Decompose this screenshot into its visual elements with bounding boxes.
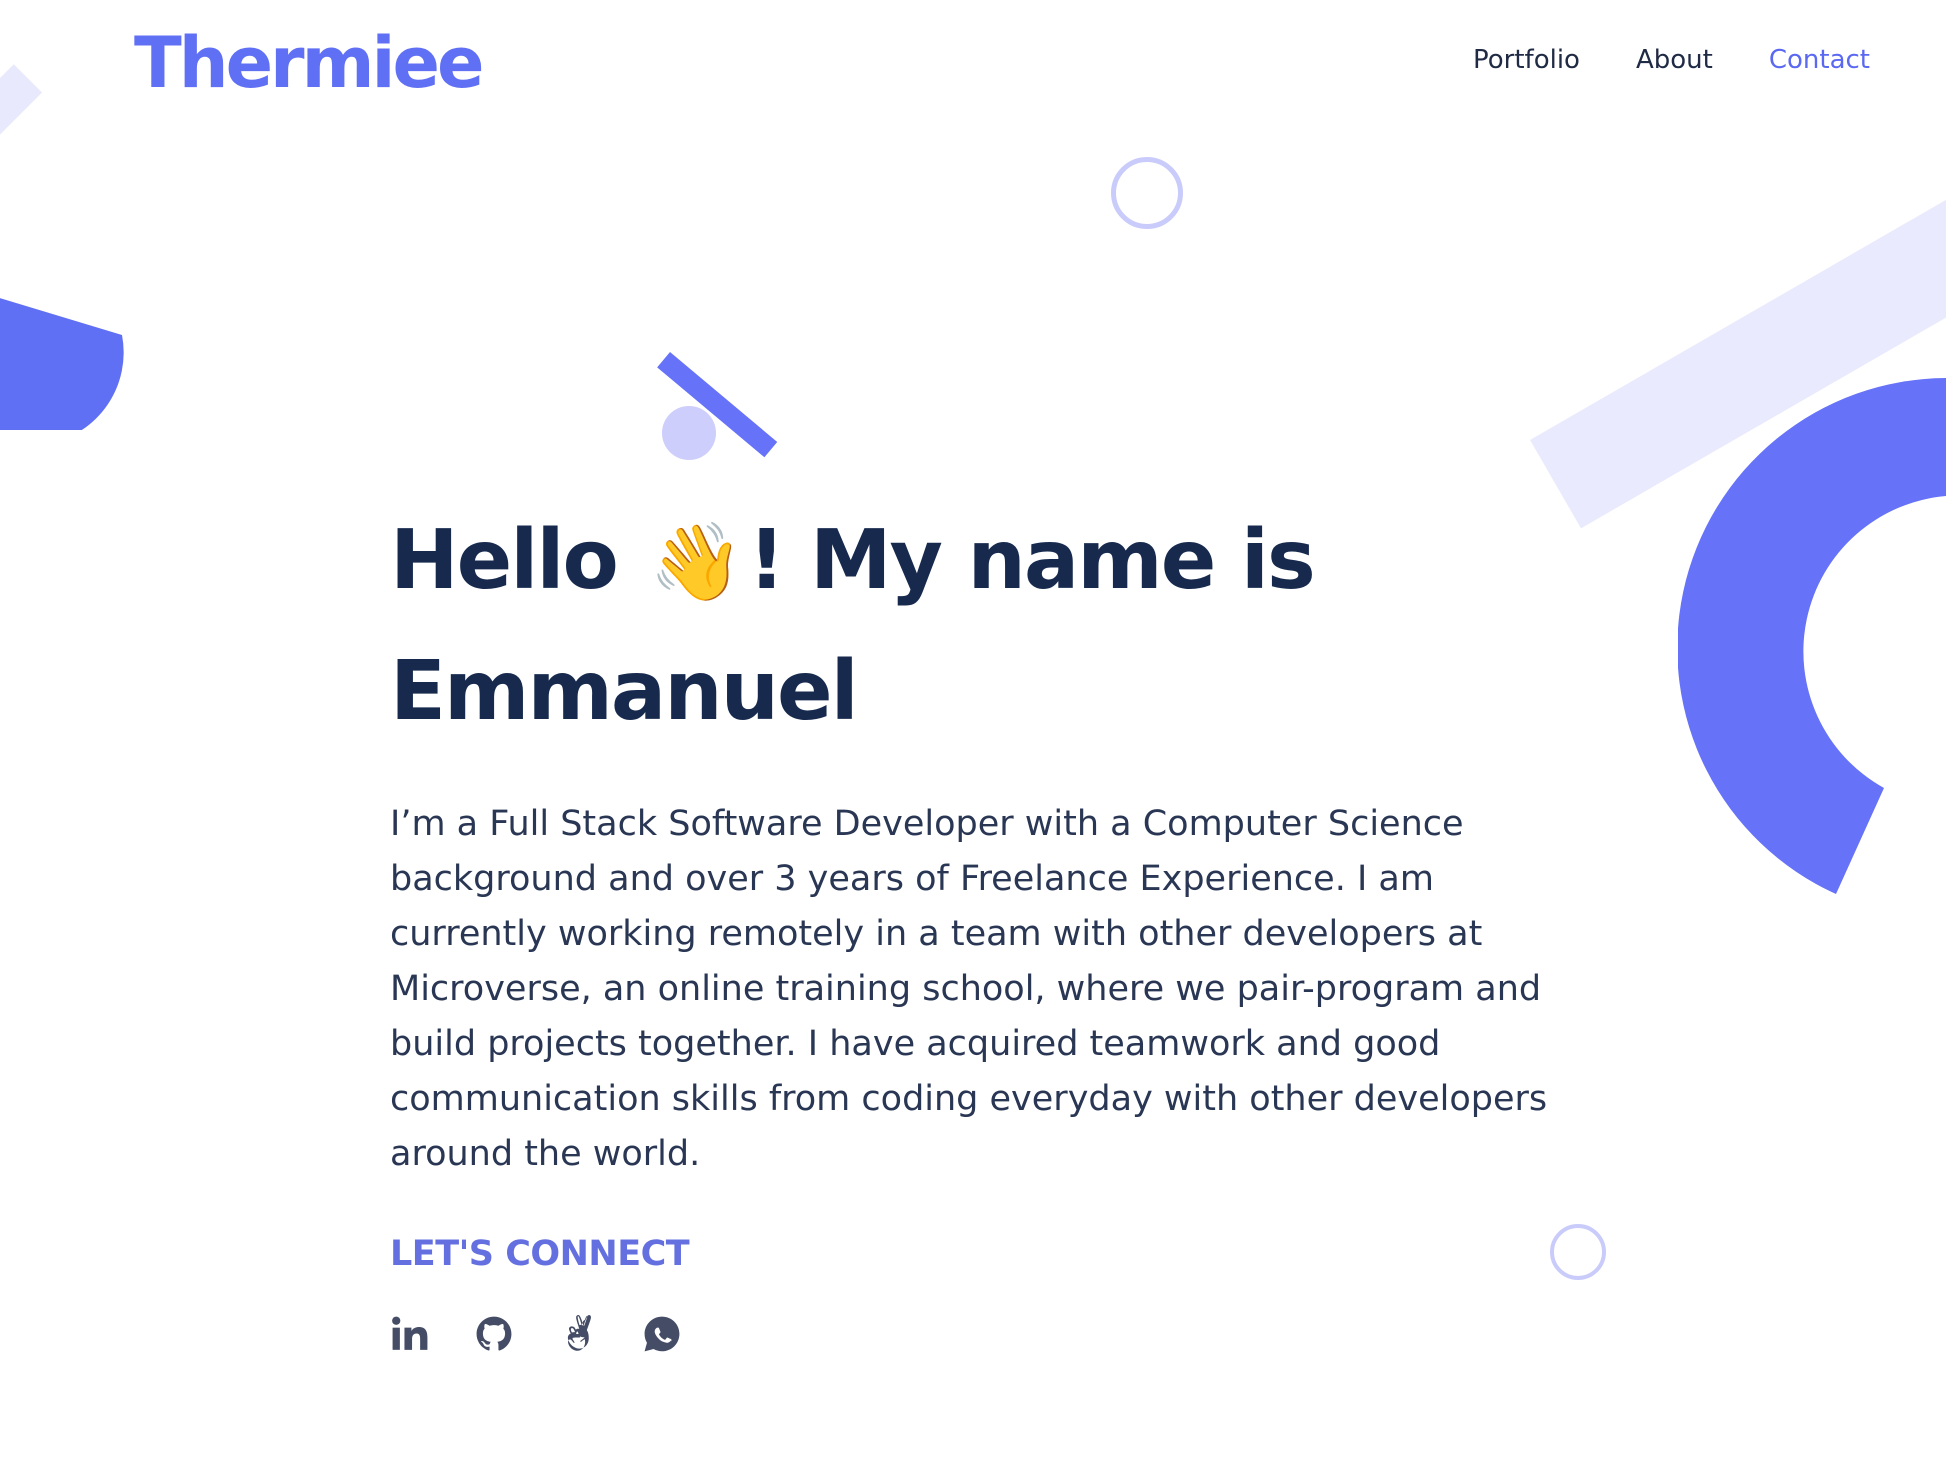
site-header: Thermiee Portfolio About Contact	[0, 0, 1946, 120]
hero-description: I’m a Full Stack Software Developer with…	[390, 804, 1548, 1174]
main-nav: Portfolio About Contact	[1473, 42, 1870, 78]
decorative-half-circle	[0, 298, 124, 430]
hero-title-name: Emmanuel	[390, 644, 859, 739]
nav-item-portfolio[interactable]: Portfolio	[1473, 42, 1580, 78]
social-links	[390, 1314, 1590, 1354]
linkedin-icon[interactable]	[390, 1314, 430, 1354]
portfolio-page: Thermiee Portfolio About Contact Hello 👋…	[0, 0, 1946, 1466]
nav-item-about[interactable]: About	[1636, 42, 1713, 78]
decorative-ring	[1111, 157, 1183, 229]
waving-hand-icon: 👋	[649, 517, 744, 606]
github-icon[interactable]	[474, 1314, 514, 1354]
connect-heading: LET'S CONNECT	[390, 1234, 690, 1274]
hero-title-greeting: Hello	[390, 513, 619, 608]
hero-title: Hello 👋! My name is Emmanuel	[390, 496, 1590, 757]
decorative-arc	[1678, 378, 1946, 894]
whatsapp-icon[interactable]	[642, 1314, 682, 1354]
nav-item-contact[interactable]: Contact	[1769, 42, 1870, 78]
hero-section: Hello 👋! My name is Emmanuel I’m a Full S…	[390, 496, 1590, 1354]
hero-title-intro: ! My name is	[748, 513, 1316, 608]
angellist-icon[interactable]	[558, 1314, 598, 1354]
decorative-dot	[662, 406, 716, 460]
brand-logo[interactable]: Thermiee	[134, 18, 484, 108]
